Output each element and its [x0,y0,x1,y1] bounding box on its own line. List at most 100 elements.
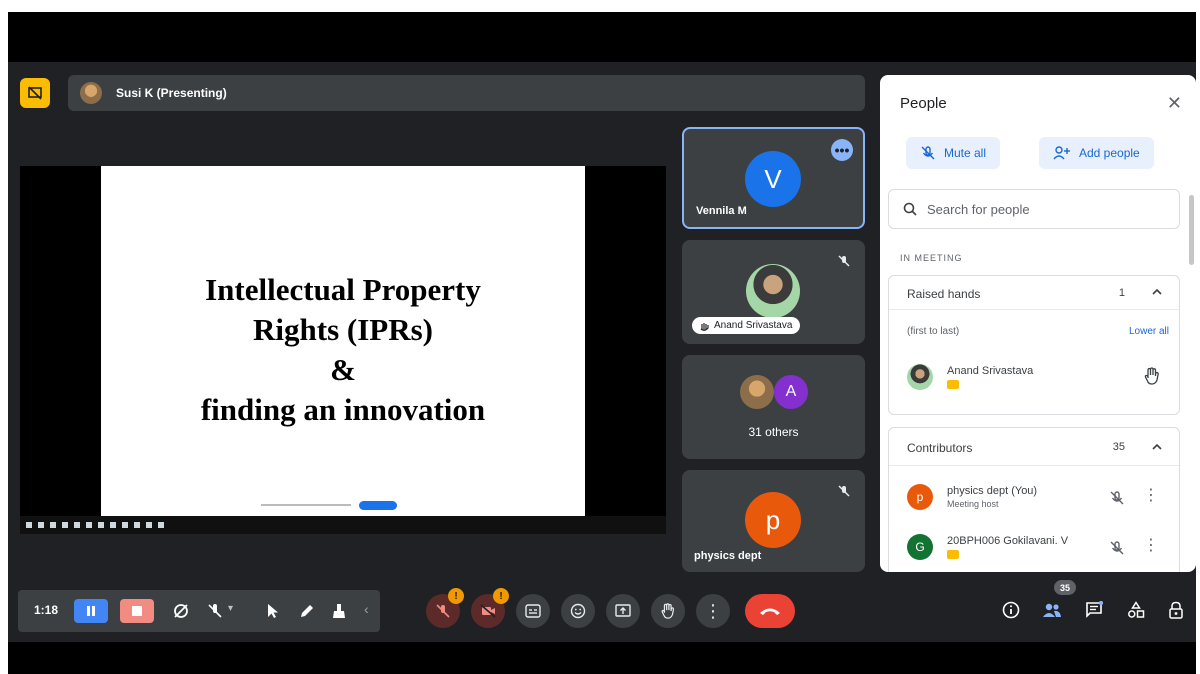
search-box[interactable] [888,189,1180,229]
lower-all-button[interactable]: Lower all [1129,326,1169,337]
mic-off-icon[interactable] [1109,540,1125,556]
cursor-icon[interactable] [264,602,282,620]
more-vert-icon[interactable]: ⋮ [1143,488,1159,504]
recording-timer: 1:18 [34,603,59,617]
raised-hand-icon[interactable] [1143,366,1161,386]
reactions-button[interactable] [561,594,595,628]
avatar-susi [740,375,774,409]
microphone-button[interactable]: ! [426,588,464,628]
more-options-button[interactable]: ⋮ [696,594,730,628]
contributors-count: 35 [1112,441,1125,453]
screen-share: Intellectual Property Rights (IPRs) & fi… [20,166,666,534]
stop-icon [132,606,142,616]
shapes-icon [1128,601,1145,618]
recorder-toolbar: 1:18 ▾ ‹ [18,590,380,632]
presenting-chip-icon [947,380,959,389]
shared-taskbar [20,516,666,534]
presenter-label: Susi K (Presenting) [116,86,227,100]
raised-hands-card: Raised hands 1 (first to last) Lower all… [888,275,1180,415]
participant-tile-anand[interactable]: Anand Srivastava [682,240,865,344]
contributors-header[interactable]: Contributors 35 [889,428,1179,466]
hand-icon [661,603,675,619]
others-count: 31 others [748,425,799,439]
raised-hand-pill: Anand Srivastava [692,317,801,334]
meet-window: Susi K (Presenting) Intellectual Propert… [8,12,1196,674]
chat-button[interactable] [1082,598,1106,622]
section-in-meeting: IN MEETING [900,253,963,263]
avatar-anand-small [907,364,933,390]
chat-icon [1086,601,1103,618]
participant-tile-physics[interactable]: p physics dept [682,470,865,572]
chevron-down-icon[interactable]: ▾ [228,603,233,614]
raised-hands-label: Raised hands [907,287,981,301]
people-panel: People ✕ Mute all Add people IN MEETING … [880,75,1196,572]
more-options-icon[interactable]: ••• [831,139,853,161]
chevron-up-icon[interactable] [1151,286,1163,298]
add-person-icon [1053,146,1070,160]
mic-off-icon [838,485,850,497]
raised-hands-header[interactable]: Raised hands 1 [889,276,1179,310]
presenter-bar: Susi K (Presenting) [68,75,865,111]
add-people-label: Add people [1079,146,1140,160]
top-letterbox [8,12,1196,62]
mute-all-button[interactable]: Mute all [906,137,1001,169]
people-count-badge: 35 [1054,580,1076,595]
contributors-card: Contributors 35 p physics dept (You) Mee… [888,427,1180,572]
avatar-a: A [774,375,808,409]
hand-icon [700,322,709,331]
pause-button[interactable] [74,599,108,623]
hang-up-icon [760,608,780,615]
people-button[interactable] [1040,598,1064,622]
camera-off-icon[interactable] [172,602,190,620]
participant-tile-vennila[interactable]: V ••• Vennila M [682,127,865,229]
mic-off-icon [838,255,850,267]
captions-icon [525,604,541,618]
participant-tile-others[interactable]: A 31 others [682,355,865,459]
pause-icon [87,606,95,616]
host-controls-button[interactable] [1164,598,1188,622]
slide-line-2: Rights (IPRs) [253,312,433,347]
camera-button[interactable]: ! [471,588,509,628]
panel-title: People [900,95,947,112]
tile-name-physics: physics dept [694,550,762,562]
more-vert-icon[interactable]: ⋮ [1143,538,1159,554]
add-people-button[interactable]: Add people [1039,137,1154,169]
activities-button[interactable] [1124,598,1148,622]
contributor-row: p physics dept (You) Meeting host [907,484,1037,510]
chevron-up-icon[interactable] [1151,441,1163,453]
mic-off-icon[interactable] [206,602,224,620]
present-button[interactable] [606,594,640,628]
info-icon [1002,601,1020,619]
more-vert-icon: ⋮ [704,601,722,621]
mic-off-icon[interactable] [1109,490,1125,506]
presenting-chip-icon [947,550,959,559]
collapse-icon[interactable]: ‹ [364,601,369,617]
panel-scrollbar[interactable] [1189,195,1194,265]
raised-hands-count: 1 [1118,287,1125,299]
stop-button[interactable] [120,599,154,623]
tile-name-anand: Anand Srivastava [714,320,793,331]
avatar-gokilavani: G [907,534,933,560]
close-icon[interactable]: ✕ [1167,93,1182,114]
mute-all-label: Mute all [944,146,987,160]
raised-person-name: Anand Srivastava [947,365,1034,377]
slide-title: Intellectual Property Rights (IPRs) & fi… [101,270,585,430]
presenting-icon[interactable] [20,78,50,108]
camera-warning-badge: ! [493,588,509,604]
presentation-slide: Intellectual Property Rights (IPRs) & fi… [101,166,585,516]
leave-call-button[interactable] [745,594,795,628]
contributor-row: G 20BPH006 Gokilavani. V [907,534,1068,560]
meeting-details-button[interactable] [999,598,1023,622]
pen-icon[interactable] [298,602,316,620]
raise-hand-button[interactable] [651,594,685,628]
contributor-role: Meeting host [947,499,999,509]
search-input[interactable] [927,201,1147,217]
captions-button[interactable] [516,594,550,628]
eraser-icon[interactable] [330,602,348,620]
tile-name-vennila: Vennila M [696,205,747,217]
avatar-vennila: V [745,151,801,207]
presenter-avatar [80,82,102,104]
emoji-icon [570,603,586,619]
slide-line-4: finding an innovation [200,392,486,427]
bottom-letterbox [8,642,1196,674]
